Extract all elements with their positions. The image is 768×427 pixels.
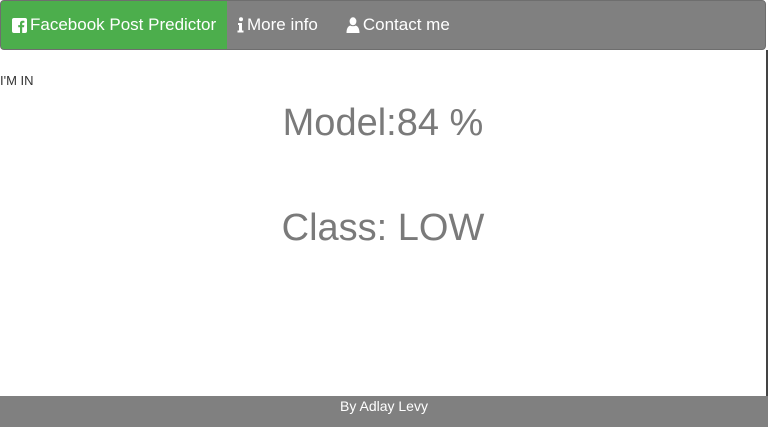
nav-item-more-info[interactable]: More info [227, 1, 332, 49]
user-icon [346, 17, 360, 33]
nav-item-facebook-post-predictor[interactable]: Facebook Post Predictor [1, 1, 227, 49]
nav-label-facebook-post-predictor: Facebook Post Predictor [30, 15, 217, 34]
facebook-icon [12, 17, 27, 33]
nav-label-contact-me: Contact me [362, 15, 450, 34]
footer-text: By Adlay Levy [340, 398, 428, 414]
nav-item-contact-me[interactable]: Contact me [332, 1, 464, 49]
footer: By Adlay Levy [0, 396, 768, 427]
info-icon [237, 17, 244, 33]
class-result: Class: LOW [281, 207, 485, 249]
model-result: Model:84 % [282, 102, 484, 144]
navbar: Facebook Post Predictor More info Contac… [0, 0, 766, 50]
page: Facebook Post Predictor More info Contac… [0, 0, 768, 427]
nav-label-more-info: More info [247, 15, 318, 34]
status-text: I'M IN [0, 73, 34, 88]
